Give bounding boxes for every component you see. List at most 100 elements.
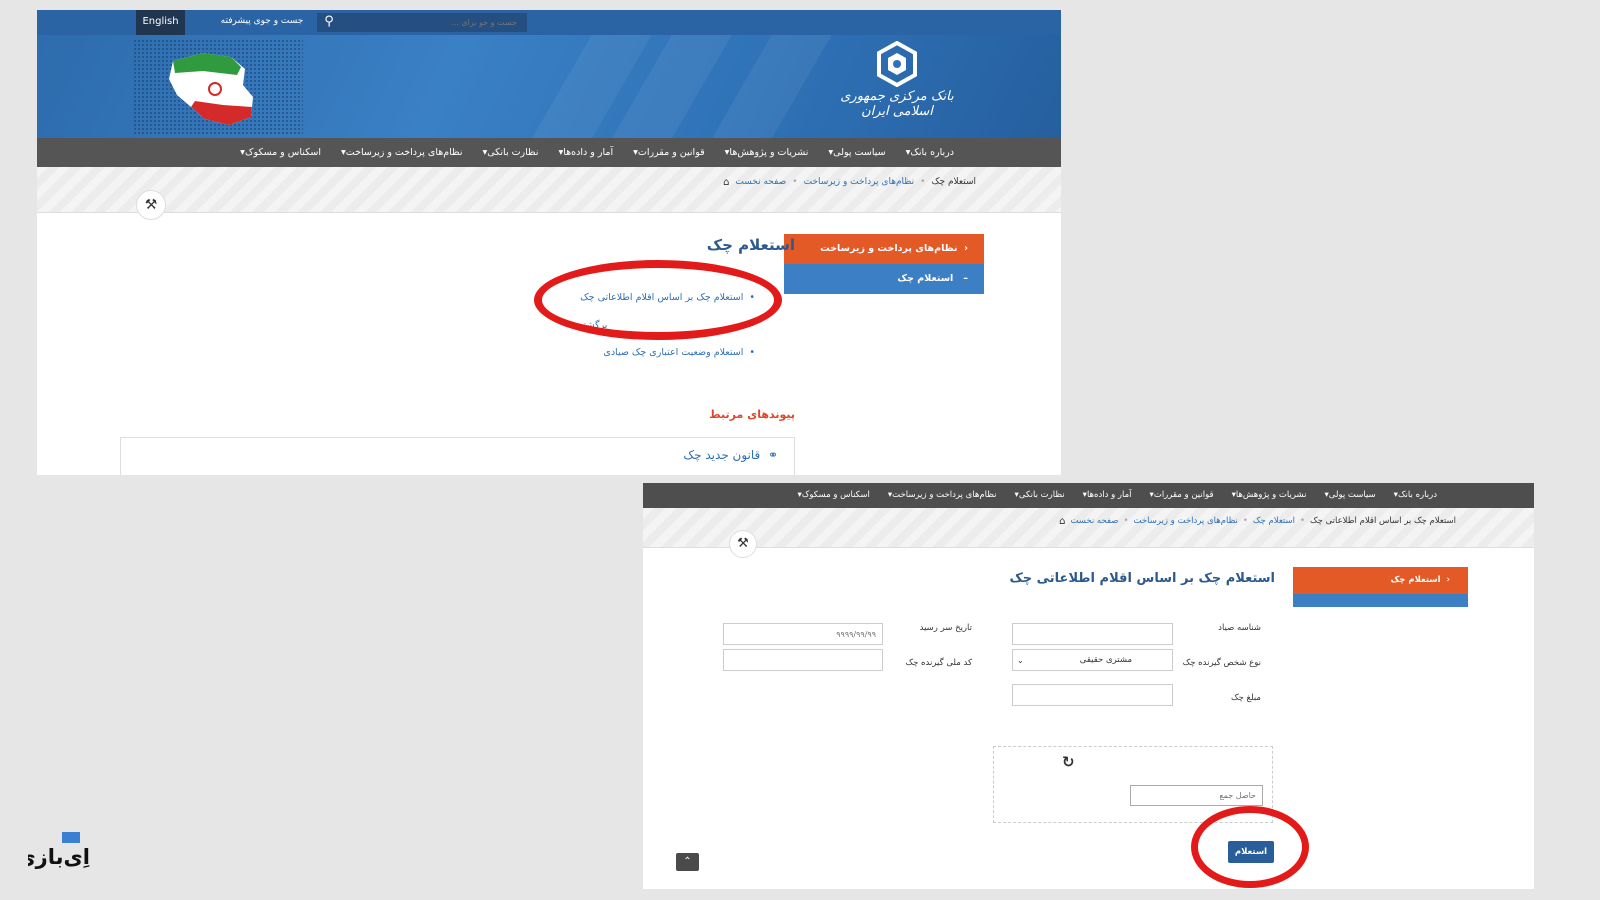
nav-item-label: قوانین و مقررات [637, 147, 705, 158]
screenshot-check-inquiry-form: درباره بانک▾ سیاست پولی▾ نشریات و پژوهش‌… [643, 483, 1534, 889]
nav-item-supervision[interactable]: نظارت بانکی▾ [472, 138, 548, 167]
nav-item-label: اسکناس و مسکوک [801, 490, 870, 500]
breadcrumb-parent[interactable]: نظام‌های پرداخت و زیرساخت [1134, 516, 1238, 526]
chevron-down-icon: ⌄ [1017, 656, 1024, 665]
nav-item-banknotes[interactable]: اسکناس و مسکوک▾ [789, 483, 879, 508]
highlight-circle [1191, 806, 1309, 888]
nav-item-label: نشریات و پژوهش‌ها [1235, 490, 1307, 500]
sidebar-head-payment-systems[interactable]: ‹ نظام‌های پرداخت و زیرساخت [784, 234, 984, 264]
iran-flag-map-icon [133, 39, 303, 135]
sidebar-menu: ‹ نظام‌های پرداخت و زیرساخت – استعلام چک [784, 234, 984, 294]
related-links-title: پیوندهای مرتبط [709, 408, 795, 421]
list-item-sayad-credit-status[interactable]: • استعلام وضعیت اعتباری چک صیادی [603, 347, 755, 358]
home-icon[interactable]: ⌂ [723, 177, 729, 188]
site-header: بانک مرکزی جمهوری اسلامی ایران [37, 35, 1061, 138]
nav-item-payment-systems[interactable]: نظام‌های پرداخت و زیرساخت▾ [331, 138, 472, 167]
breadcrumb: ⌂ صفحه نخست • نظام‌های پرداخت و زیرساخت … [723, 167, 976, 197]
receiver-type-label: نوع شخص گیرنده چک [1182, 658, 1261, 668]
search-input[interactable] [343, 13, 523, 32]
nav-item-payment-systems[interactable]: نظام‌های پرداخت و زیرساخت▾ [879, 483, 1006, 508]
breadcrumb-separator: • [1123, 516, 1129, 526]
nav-item-label: قوانین و مقررات [1153, 490, 1214, 500]
sidebar-item-label: استعلام چک [897, 273, 954, 284]
search-box: ⚲ [317, 13, 527, 32]
breadcrumb-separator: • [920, 177, 926, 187]
tools-icon[interactable]: ⚒ [136, 190, 166, 220]
link-icon: ⚭ [767, 448, 778, 462]
nav-item-publications[interactable]: نشریات و پژوهش‌ها▾ [1223, 483, 1316, 508]
main-nav: درباره بانک▾ سیاست پولی▾ نشریات و پژوهش‌… [643, 483, 1534, 508]
national-code-input[interactable] [723, 649, 883, 671]
breadcrumb-band: ⌂ صفحه نخست • نظام‌های پرداخت و زیرساخت … [37, 167, 1061, 213]
sidebar-head-label: نظام‌های پرداخت و زیرساخت [820, 243, 958, 254]
breadcrumb-current: استعلام چک بر اساس اقلام اطلاعاتی چک [1310, 516, 1456, 526]
sayad-id-label: شناسه صیاد [1218, 623, 1261, 633]
related-links-box: ⚭ قانون جدید چک [120, 437, 795, 475]
nav-item-label: نظارت بانکی [1018, 490, 1065, 500]
nav-item-publications[interactable]: نشریات و پژوهش‌ها▾ [715, 138, 819, 167]
sayad-id-input[interactable] [1012, 623, 1173, 645]
national-code-label: کد ملی گیرنده چک [905, 658, 972, 668]
nav-item-statistics[interactable]: آمار و داده‌ها▾ [548, 138, 623, 167]
breadcrumb-separator: • [792, 177, 798, 187]
related-link-new-check-law[interactable]: ⚭ قانون جدید چک [683, 448, 778, 462]
sidebar-menu: ‹ استعلام چک [1293, 567, 1468, 607]
nav-item-label: اسکناس و مسکوک [244, 147, 321, 158]
nav-item-monetary-policy[interactable]: سیاست پولی▾ [818, 138, 895, 167]
sidebar-head-label: استعلام چک [1390, 575, 1441, 585]
home-icon[interactable]: ⌂ [1059, 516, 1065, 527]
nav-item-label: درباره بانک [1397, 490, 1437, 500]
search-icon[interactable]: ⚲ [317, 13, 341, 32]
tools-icon[interactable]: ⚒ [729, 530, 757, 558]
central-bank-emblem-icon [877, 40, 917, 88]
receiver-type-select[interactable]: مشتری حقیقی ⌄ [1012, 649, 1173, 671]
nav-item-statistics[interactable]: آمار و داده‌ها▾ [1074, 483, 1141, 508]
sidebar-head-check-inquiry[interactable]: ‹ استعلام چک [1293, 567, 1468, 594]
form-title: استعلام چک بر اساس اقلام اطلاعاتی چک [1009, 571, 1275, 586]
breadcrumb-separator: • [1299, 516, 1305, 526]
scroll-top-button[interactable]: ⌃ [676, 853, 699, 871]
nav-item-label: سیاست پولی [833, 147, 886, 158]
nav-item-label: آمار و داده‌ها [1086, 490, 1132, 500]
highlight-circle [534, 260, 782, 340]
nav-item-about[interactable]: درباره بانک▾ [896, 138, 964, 167]
nav-item-about[interactable]: درباره بانک▾ [1385, 483, 1446, 508]
breadcrumb-home[interactable]: صفحه نخست [1070, 516, 1118, 526]
breadcrumb-check-inquiry[interactable]: استعلام چک [1253, 516, 1295, 526]
captcha-sum-input[interactable] [1130, 785, 1263, 806]
page-title: استعلام چک [706, 236, 795, 254]
nav-item-label: درباره بانک [910, 147, 954, 158]
advanced-search-link[interactable]: جست و جوی پیشرفته [212, 10, 312, 35]
nav-item-label: آمار و داده‌ها [563, 147, 614, 158]
svg-text:اِی‌بازی: اِی‌بازی [28, 845, 90, 869]
list-item-label: استعلام وضعیت اعتباری چک صیادی [603, 347, 744, 358]
refresh-icon[interactable]: ↻ [1062, 753, 1075, 771]
amount-label: مبلغ چک [1230, 693, 1261, 703]
nav-item-label: نظارت بانکی [487, 147, 539, 158]
english-language-link[interactable]: English [136, 10, 185, 35]
watermark-logo: اِی‌بازی [28, 832, 90, 869]
nav-item-supervision[interactable]: نظارت بانکی▾ [1006, 483, 1074, 508]
sidebar-item-check-inquiry[interactable]: – استعلام چک [784, 264, 984, 294]
related-link-label: قانون جدید چک [683, 448, 761, 462]
nav-item-laws[interactable]: قوانین و مقررات▾ [623, 138, 715, 167]
logo-text: بانک مرکزی جمهوری اسلامی ایران [840, 89, 954, 119]
due-date-input[interactable] [723, 623, 883, 645]
sidebar-sub-bar [1293, 594, 1468, 607]
breadcrumb-separator: • [1242, 516, 1248, 526]
main-nav: درباره بانک▾ سیاست پولی▾ نشریات و پژوهش‌… [37, 138, 1061, 167]
nav-item-label: نشریات و پژوهش‌ها [729, 147, 809, 158]
nav-item-laws[interactable]: قوانین و مقررات▾ [1141, 483, 1223, 508]
breadcrumb-band: ⌂ صفحه نخست • نظام‌های پرداخت و زیرساخت … [643, 508, 1534, 548]
breadcrumb-home[interactable]: صفحه نخست [735, 177, 786, 187]
nav-item-monetary-policy[interactable]: سیاست پولی▾ [1316, 483, 1385, 508]
breadcrumb-parent[interactable]: نظام‌های پرداخت و زیرساخت [804, 177, 915, 187]
amount-input[interactable] [1012, 684, 1173, 706]
nav-item-banknotes[interactable]: اسکناس و مسکوک▾ [230, 138, 331, 167]
breadcrumb: ⌂ صفحه نخست • نظام‌های پرداخت و زیرساخت … [1059, 508, 1456, 534]
central-bank-logo[interactable]: بانک مرکزی جمهوری اسلامی ایران [827, 40, 967, 133]
screenshot-check-inquiry-page: English جست و جوی پیشرفته ⚲ بان [37, 10, 1061, 475]
top-bar: English جست و جوی پیشرفته ⚲ [37, 10, 1061, 35]
nav-item-label: نظام‌های پرداخت و زیرساخت [892, 490, 997, 500]
nav-item-label: نظام‌های پرداخت و زیرساخت [345, 147, 463, 158]
